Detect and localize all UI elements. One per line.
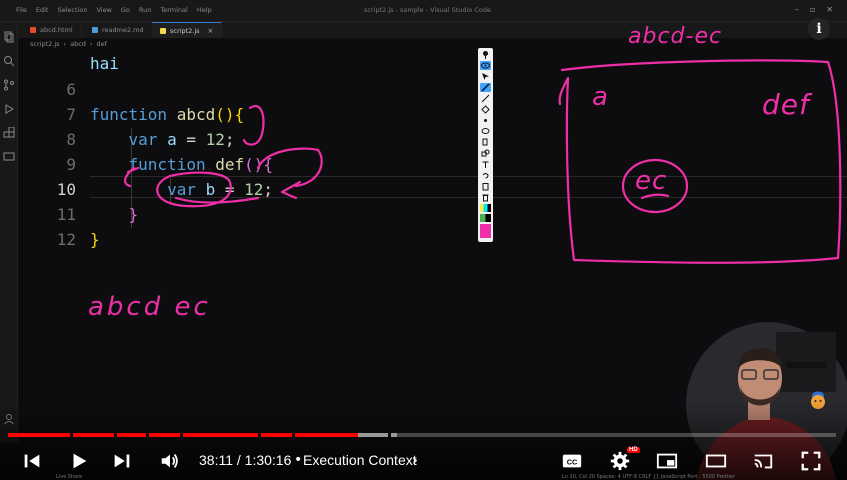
handwritten-a: a [592, 82, 609, 112]
ink-loop-def [256, 147, 323, 188]
status-right: Ln 10, Col 20 Spaces: 4 UTF-8 CRLF {} Ja… [562, 474, 735, 480]
cast-button[interactable] [750, 449, 776, 473]
volume-button[interactable] [157, 449, 183, 473]
video-frame: File Edit Selection View Go Run Terminal… [0, 0, 847, 480]
info-button[interactable]: i [808, 18, 830, 40]
fullscreen-icon [801, 451, 821, 471]
chevron-right-icon[interactable]: › [412, 451, 418, 469]
vscode-status-bar: Live Share Ln 10, Col 20 Spaces: 4 UTF-8… [0, 474, 847, 480]
play-button[interactable] [66, 449, 92, 473]
played-bar [8, 433, 359, 437]
miniplayer-icon [656, 453, 678, 469]
hd-badge: HD [627, 447, 640, 453]
volume-icon [161, 454, 178, 468]
miniplayer-button[interactable] [654, 449, 680, 473]
chapter-marker [180, 433, 183, 437]
skip-previous-icon [24, 454, 40, 468]
progress-bar[interactable] [8, 433, 836, 437]
captions-icon: CC [562, 454, 582, 468]
ink-circle-brace [242, 105, 265, 146]
skip-next-icon [114, 454, 130, 468]
handwritten-top-note: abcd-ec [628, 24, 723, 49]
next-button[interactable] [110, 449, 134, 473]
handwritten-ec: ec [635, 166, 668, 196]
duration: 1:30:16 [244, 452, 292, 468]
previous-button[interactable] [20, 449, 44, 473]
chapter-title[interactable]: Execution Context [303, 452, 417, 468]
time-display: 38:11 / 1:30:16 [199, 452, 291, 468]
handwritten-bottom-note: abcd ec [88, 292, 211, 322]
chapter-marker [70, 433, 73, 437]
current-time: 38:11 [199, 452, 233, 468]
chapter-marker [146, 433, 149, 437]
captions-button[interactable]: CC [559, 449, 585, 473]
chapter-separator: • [294, 452, 303, 468]
cast-icon [754, 454, 773, 469]
fullscreen-button[interactable] [798, 449, 824, 473]
ink-underline [174, 196, 260, 204]
theater-icon [705, 454, 727, 468]
ink-arrow [280, 180, 302, 200]
theater-mode-button[interactable] [702, 449, 730, 473]
chapter-marker [114, 433, 117, 437]
status-left[interactable]: Live Share [56, 474, 82, 480]
play-icon [73, 453, 87, 469]
handwritten-def: def [762, 88, 810, 121]
svg-text:CC: CC [567, 458, 578, 467]
ink-arrow-left [124, 166, 140, 188]
chapter-marker [258, 433, 261, 437]
chapter-marker [388, 433, 391, 437]
gear-icon [610, 451, 630, 471]
time-separator: / [236, 452, 241, 468]
chapter-marker [292, 433, 295, 437]
